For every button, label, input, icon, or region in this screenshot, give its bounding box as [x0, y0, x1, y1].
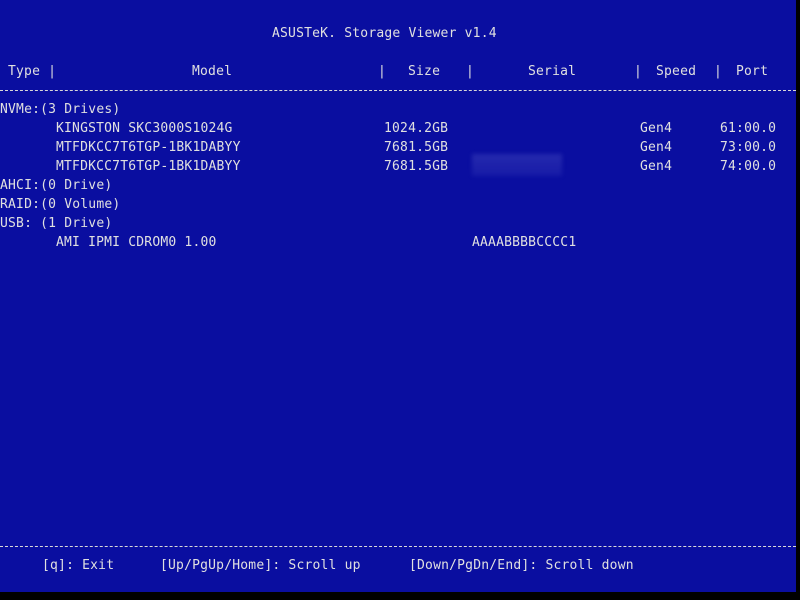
group-label-usb[interactable]: USB: (1 Drive)	[0, 216, 112, 231]
column-separator: |	[714, 64, 723, 79]
drive-port: 73:00.0	[720, 140, 777, 155]
column-separator: |	[378, 64, 387, 79]
exit-key-hint[interactable]: [q]: Exit	[42, 558, 114, 573]
column-header-size: Size	[408, 64, 441, 79]
drive-speed: Gen4	[640, 140, 673, 155]
bios-screen: ASUSTeK. Storage Viewer v1.4 Type | Mode…	[0, 0, 800, 600]
drive-port: 61:00.0	[720, 121, 777, 136]
scroll-up-key-hint[interactable]: [Up/PgUp/Home]: Scroll up	[160, 558, 361, 573]
column-header-port: Port	[736, 64, 769, 79]
app-title: ASUSTeK. Storage Viewer v1.4	[272, 26, 497, 41]
group-label-raid[interactable]: RAID:(0 Volume)	[0, 197, 120, 212]
header-divider	[0, 90, 796, 91]
drive-model: KINGSTON SKC3000S1024G	[56, 121, 233, 136]
drive-size: 7681.5GB	[384, 159, 449, 174]
redacted-serial-blur	[472, 154, 562, 176]
column-header-model: Model	[192, 64, 233, 79]
footer-divider	[0, 546, 796, 547]
drive-size: 7681.5GB	[384, 140, 449, 155]
group-label-nvme[interactable]: NVMe:(3 Drives)	[0, 102, 120, 117]
drive-speed: Gen4	[640, 121, 673, 136]
storage-viewer-panel: ASUSTeK. Storage Viewer v1.4 Type | Mode…	[0, 0, 796, 592]
drive-serial: AAAABBBBCCCC1	[472, 235, 577, 250]
column-header-serial: Serial	[528, 64, 577, 79]
scroll-down-key-hint[interactable]: [Down/PgDn/End]: Scroll down	[409, 558, 634, 573]
drive-model: MTFDKCC7T6TGP-1BK1DABYY	[56, 159, 241, 174]
column-header-speed: Speed	[656, 64, 697, 79]
drive-speed: Gen4	[640, 159, 673, 174]
drive-port: 74:00.0	[720, 159, 777, 174]
drive-model: AMI IPMI CDROM0 1.00	[56, 235, 217, 250]
group-label-ahci[interactable]: AHCI:(0 Drive)	[0, 178, 112, 193]
drive-size: 1024.2GB	[384, 121, 449, 136]
column-header-type: Type |	[8, 64, 57, 79]
drive-model: MTFDKCC7T6TGP-1BK1DABYY	[56, 140, 241, 155]
column-separator: |	[634, 64, 643, 79]
column-separator: |	[466, 64, 475, 79]
